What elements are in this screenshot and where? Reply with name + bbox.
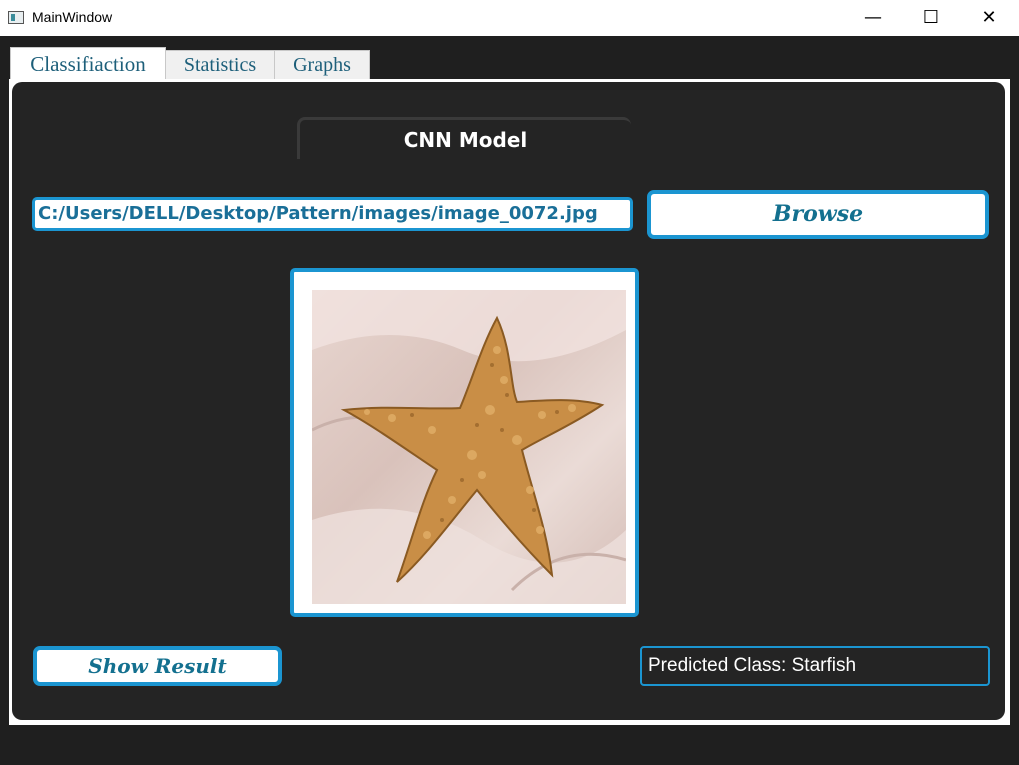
model-group-title: CNN Model <box>297 117 631 159</box>
app-icon <box>8 11 24 24</box>
tab-statistics[interactable]: Statistics <box>165 50 275 79</box>
maximize-button[interactable]: ☐ <box>902 0 960 36</box>
close-button[interactable]: ✕ <box>960 0 1018 36</box>
title-bar: MainWindow — ☐ ✕ <box>0 0 1019 36</box>
tab-graphs[interactable]: Graphs <box>274 50 370 79</box>
tab-classification[interactable]: Classifiaction <box>10 47 166 80</box>
show-result-button[interactable]: Show Result <box>33 646 282 686</box>
starfish-image <box>312 290 626 604</box>
image-preview-frame <box>290 268 639 617</box>
image-path-field[interactable]: C:/Users/DELL/Desktop/Pattern/images/ima… <box>32 197 633 231</box>
browse-button[interactable]: Browse <box>647 190 989 239</box>
starfish-graphic <box>312 290 626 604</box>
minimize-button[interactable]: — <box>844 0 902 36</box>
status-area <box>0 725 1019 765</box>
window-title: MainWindow <box>32 9 113 25</box>
prediction-output: Predicted Class: Starfish <box>640 646 990 686</box>
